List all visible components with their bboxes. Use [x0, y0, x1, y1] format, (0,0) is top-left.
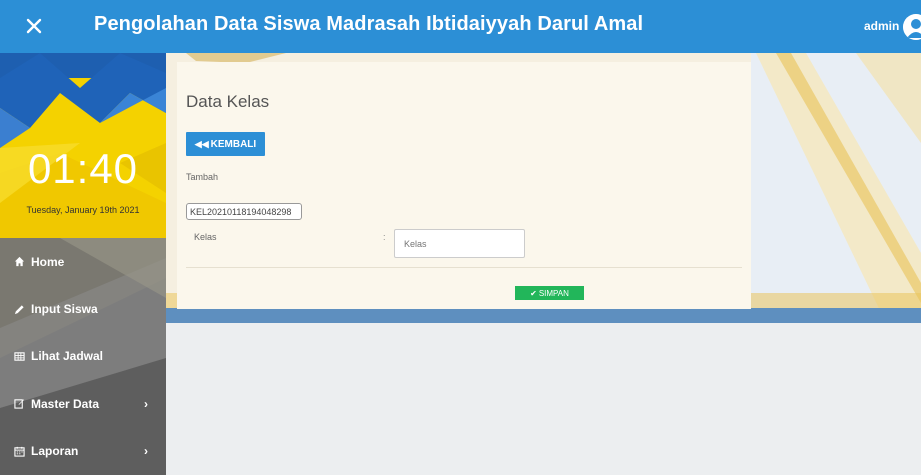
content-banner: Data Kelas ◀◀ KEMBALI Tambah Kelas : ✔ S… [166, 53, 921, 323]
edit-icon [13, 398, 25, 410]
clock-display: 01:40 [27, 145, 139, 192]
sidebar: 01:40 Tuesday, January 19th 2021 Home In… [0, 53, 166, 475]
close-icon [26, 18, 42, 34]
back-button-label: KEMBALI [210, 138, 257, 150]
section-label: Tambah [186, 172, 219, 182]
sidebar-item-lihat-jadwal[interactable]: Lihat Jadwal [0, 333, 166, 380]
sidebar-item-master-data[interactable]: Master Data › [0, 380, 166, 427]
user-name[interactable]: admin [864, 19, 899, 33]
sidebar-item-home[interactable]: Home [0, 238, 166, 285]
kelas-input[interactable] [394, 229, 525, 258]
kelas-label: Kelas [194, 232, 217, 242]
sidebar-header: 01:40 Tuesday, January 19th 2021 [0, 53, 166, 238]
save-button-label: SIMPAN [538, 288, 569, 298]
sidebar-item-label: Input Siswa [31, 302, 98, 317]
close-sidebar-button[interactable] [18, 10, 50, 42]
sidebar-item-label: Lihat Jadwal [31, 349, 104, 364]
sidebar-item-input-siswa[interactable]: Input Siswa [0, 285, 166, 332]
divider [186, 267, 742, 268]
date-display: Tuesday, January 19th 2021 [26, 205, 140, 215]
app-title: Pengolahan Data Siswa Madrasah Ibtidaiyy… [94, 13, 644, 35]
double-chevron-left-icon: ◀◀ [194, 138, 209, 149]
user-avatar-icon[interactable] [903, 14, 921, 40]
save-button[interactable]: ✔ SIMPAN [515, 286, 584, 300]
chevron-right-icon: › [144, 444, 148, 459]
check-icon: ✔ [530, 288, 537, 298]
field-colon: : [383, 232, 386, 242]
calendar-icon [13, 445, 25, 457]
home-icon [13, 256, 25, 268]
sidebar-item-laporan[interactable]: Laporan › [0, 428, 166, 475]
pencil-icon [13, 303, 25, 315]
data-kelas-panel: Data Kelas ◀◀ KEMBALI Tambah Kelas : ✔ S… [177, 62, 751, 309]
sidebar-item-label: Master Data [31, 396, 100, 411]
kelas-id-field[interactable] [186, 203, 302, 220]
sidebar-item-label: Laporan [31, 444, 79, 459]
top-navbar: Pengolahan Data Siswa Madrasah Ibtidaiyy… [0, 0, 921, 53]
table-icon [13, 350, 25, 362]
sidebar-item-label: Home [31, 254, 65, 269]
sidebar-menu: Home Input Siswa Lihat Jadwal Master Dat… [0, 238, 166, 475]
main-content: Data Kelas ◀◀ KEMBALI Tambah Kelas : ✔ S… [166, 53, 921, 475]
chevron-right-icon: › [144, 396, 148, 411]
page-title: Data Kelas [186, 92, 270, 111]
back-button[interactable]: ◀◀ KEMBALI [186, 132, 265, 156]
